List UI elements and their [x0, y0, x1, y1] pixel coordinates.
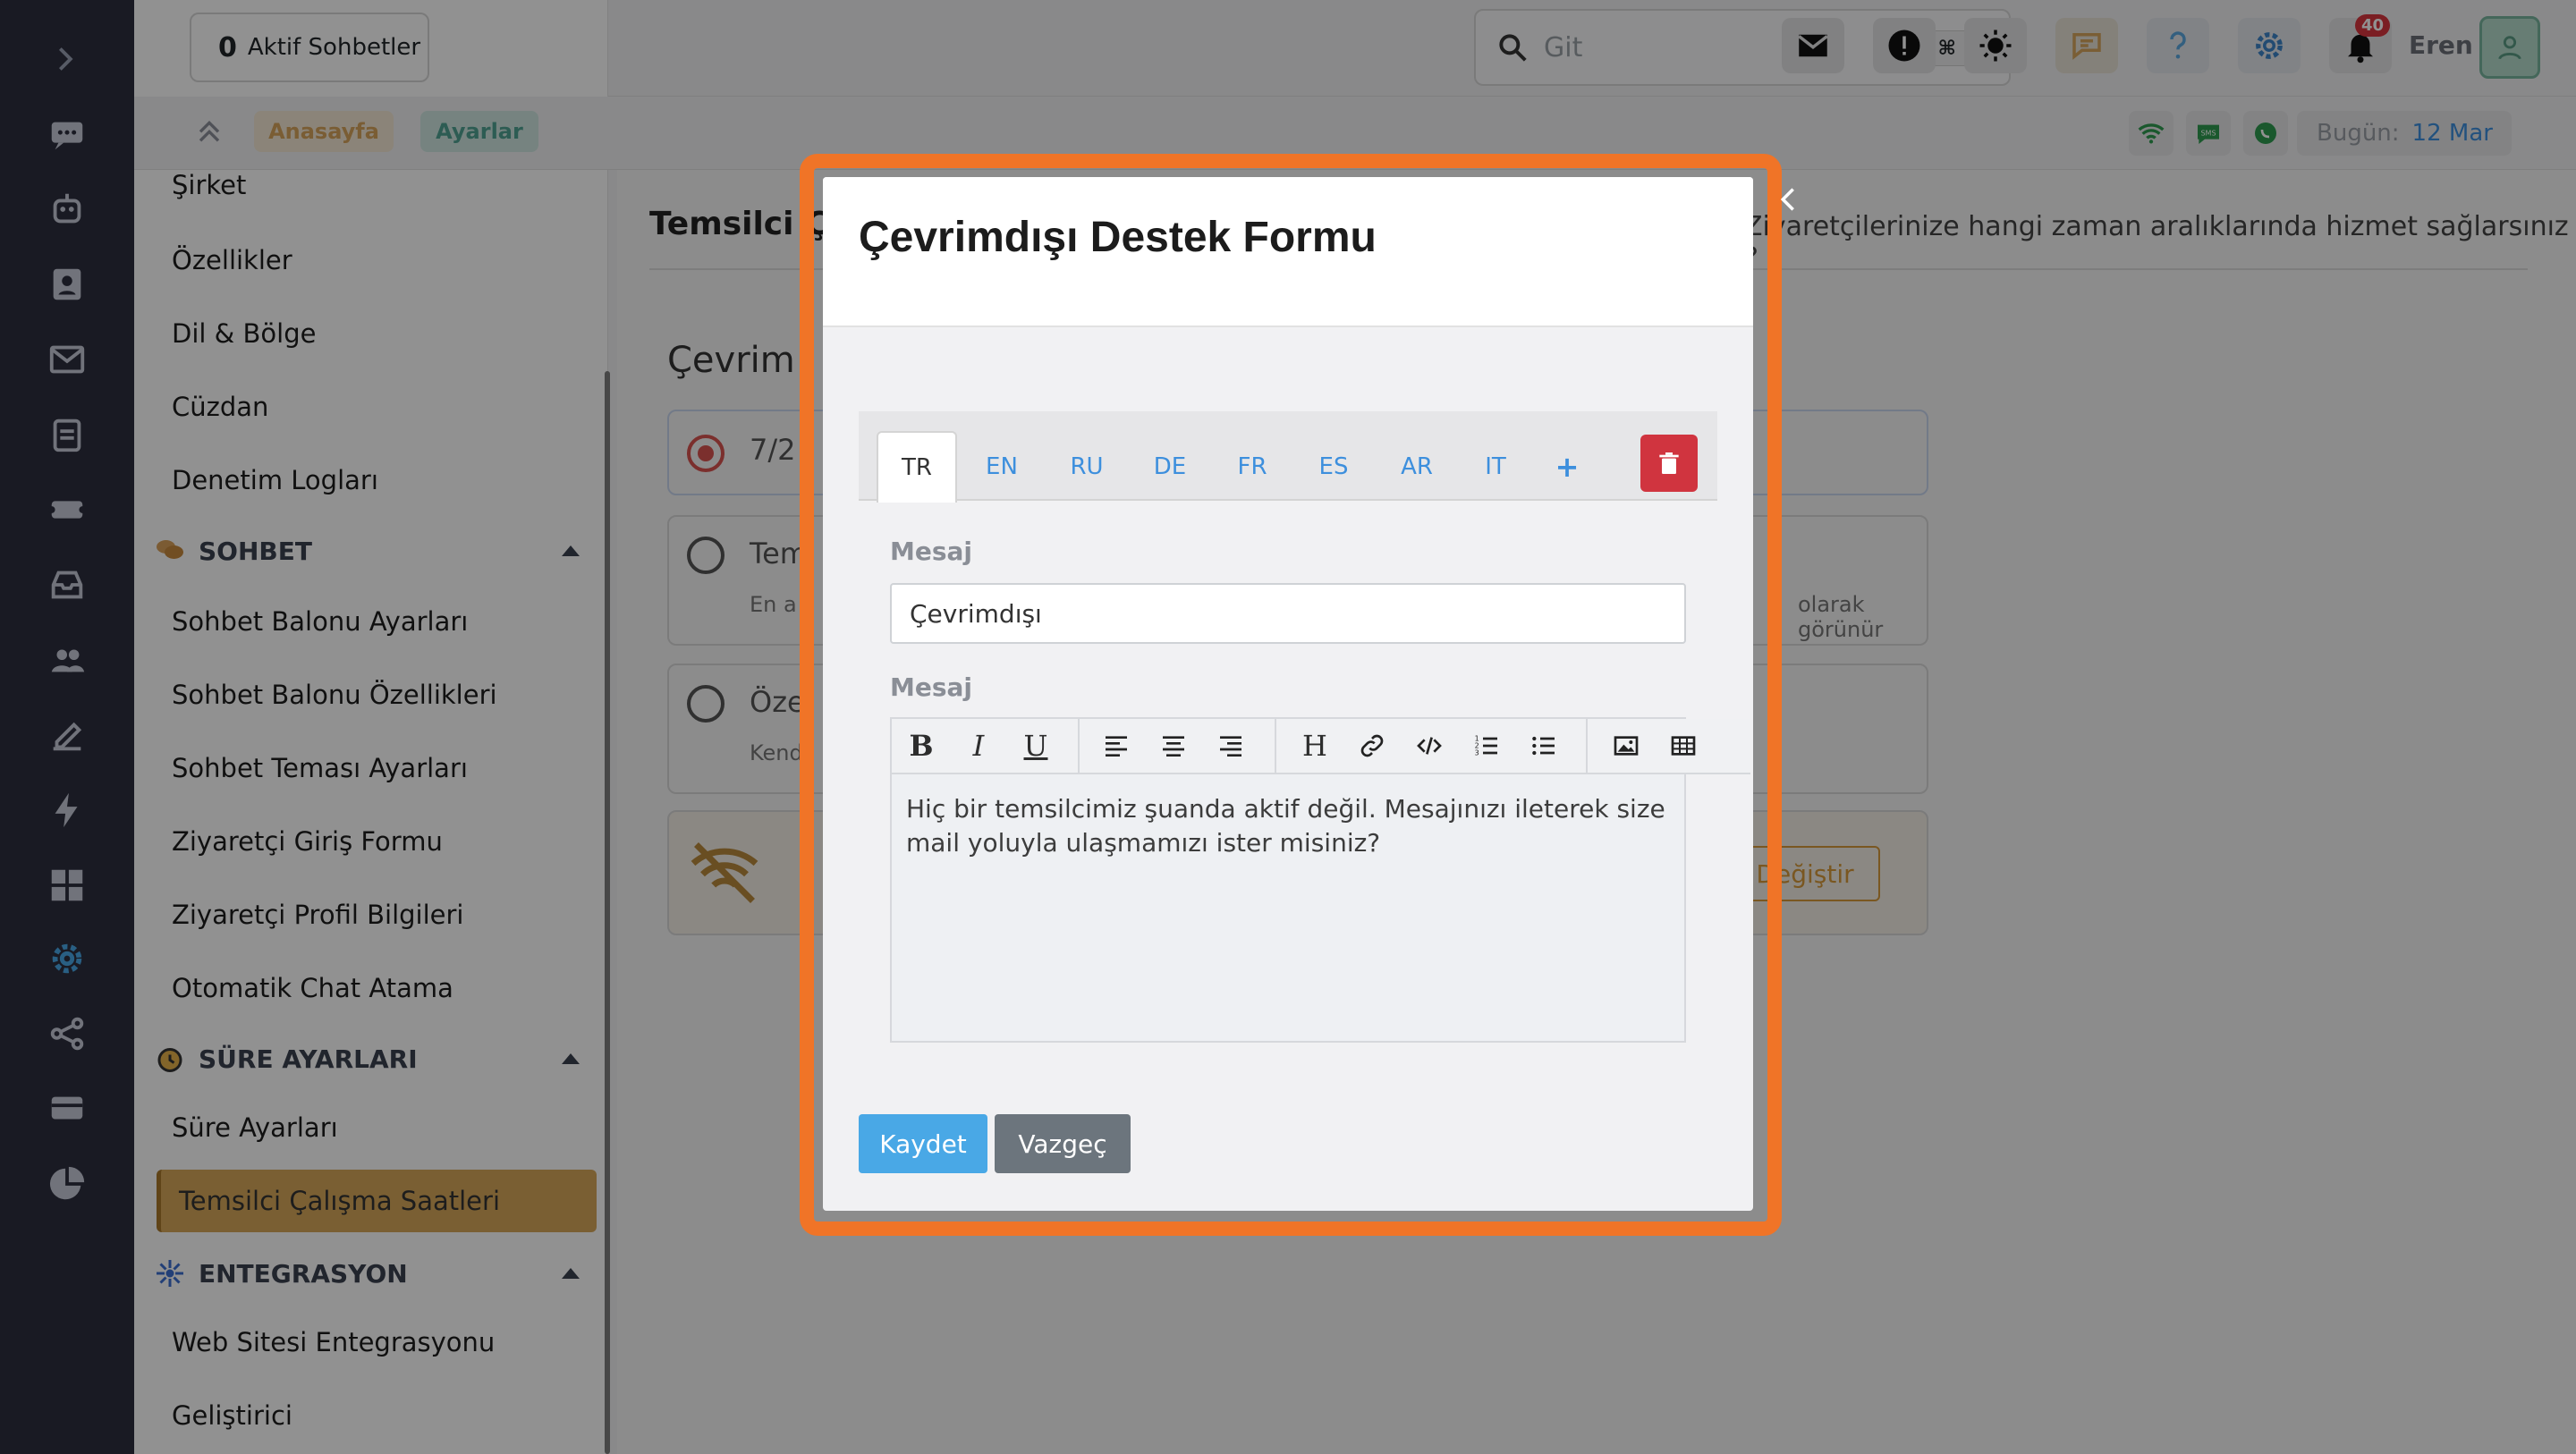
align-right-button[interactable]	[1203, 719, 1258, 773]
tab-ar[interactable]: AR	[1390, 431, 1444, 503]
svg-text:3: 3	[1475, 749, 1479, 757]
modal-header: Çevrimdışı Destek Formu	[823, 177, 1753, 327]
bold-button[interactable]: B	[894, 719, 949, 773]
rich-text-editor[interactable]: B I U H 123 Hiç bir temsilcimiz şuanda a…	[890, 717, 1750, 1043]
language-tabs: TR EN RU DE FR ES AR IT +	[859, 411, 1717, 503]
underline-button[interactable]: U	[1008, 719, 1063, 773]
save-button[interactable]: Kaydet	[859, 1114, 987, 1173]
offline-support-form-modal: Çevrimdışı Destek Formu TR EN RU DE FR E…	[823, 177, 1753, 1211]
align-left-icon	[1106, 736, 1127, 757]
code-button[interactable]	[1402, 719, 1457, 773]
code-icon	[1417, 737, 1442, 755]
sidebar-item-agent-working-hours[interactable]: Temsilci Çalışma Saatleri	[179, 1186, 500, 1216]
message-input[interactable]	[890, 583, 1686, 644]
bullet-list-button[interactable]	[1516, 719, 1572, 773]
tab-fr[interactable]: FR	[1225, 431, 1279, 503]
message-label: Mesaj	[890, 537, 973, 566]
toolbar-separator	[1275, 719, 1276, 773]
tab-de[interactable]: DE	[1143, 431, 1197, 503]
align-center-button[interactable]	[1146, 719, 1201, 773]
image-icon	[1614, 736, 1639, 756]
tab-tr[interactable]: TR	[877, 431, 957, 503]
tab-it[interactable]: IT	[1469, 431, 1522, 503]
table-button[interactable]	[1656, 719, 1711, 773]
add-language-button[interactable]: +	[1540, 431, 1594, 503]
toolbar-separator	[1586, 719, 1588, 773]
ordered-list-button[interactable]: 123	[1459, 719, 1514, 773]
editor-toolbar: B I U H 123	[892, 719, 1750, 774]
tab-en[interactable]: EN	[975, 431, 1029, 503]
tab-es[interactable]: ES	[1307, 431, 1360, 503]
tab-ru[interactable]: RU	[1060, 431, 1114, 503]
bullet-list-icon	[1532, 736, 1555, 756]
link-icon	[1360, 734, 1384, 757]
trash-icon	[1659, 452, 1679, 474]
image-button[interactable]	[1598, 719, 1654, 773]
italic-button[interactable]: I	[951, 719, 1006, 773]
link-button[interactable]	[1344, 719, 1400, 773]
body-label: Mesaj	[890, 672, 973, 702]
modal-title: Çevrimdışı Destek Formu	[859, 214, 1377, 261]
toolbar-separator	[1078, 719, 1080, 773]
close-icon[interactable]	[1773, 184, 1803, 215]
heading-button[interactable]: H	[1287, 719, 1343, 773]
ordered-list-icon: 123	[1475, 735, 1497, 757]
cancel-button[interactable]: Vazgeç	[995, 1114, 1131, 1173]
align-left-button[interactable]	[1089, 719, 1144, 773]
table-icon	[1671, 736, 1696, 756]
align-center-icon	[1163, 736, 1184, 757]
editor-content[interactable]: Hiç bir temsilcimiz şuanda aktif değil. …	[906, 792, 1675, 860]
delete-language-button[interactable]	[1640, 435, 1698, 492]
align-right-icon	[1220, 736, 1241, 757]
